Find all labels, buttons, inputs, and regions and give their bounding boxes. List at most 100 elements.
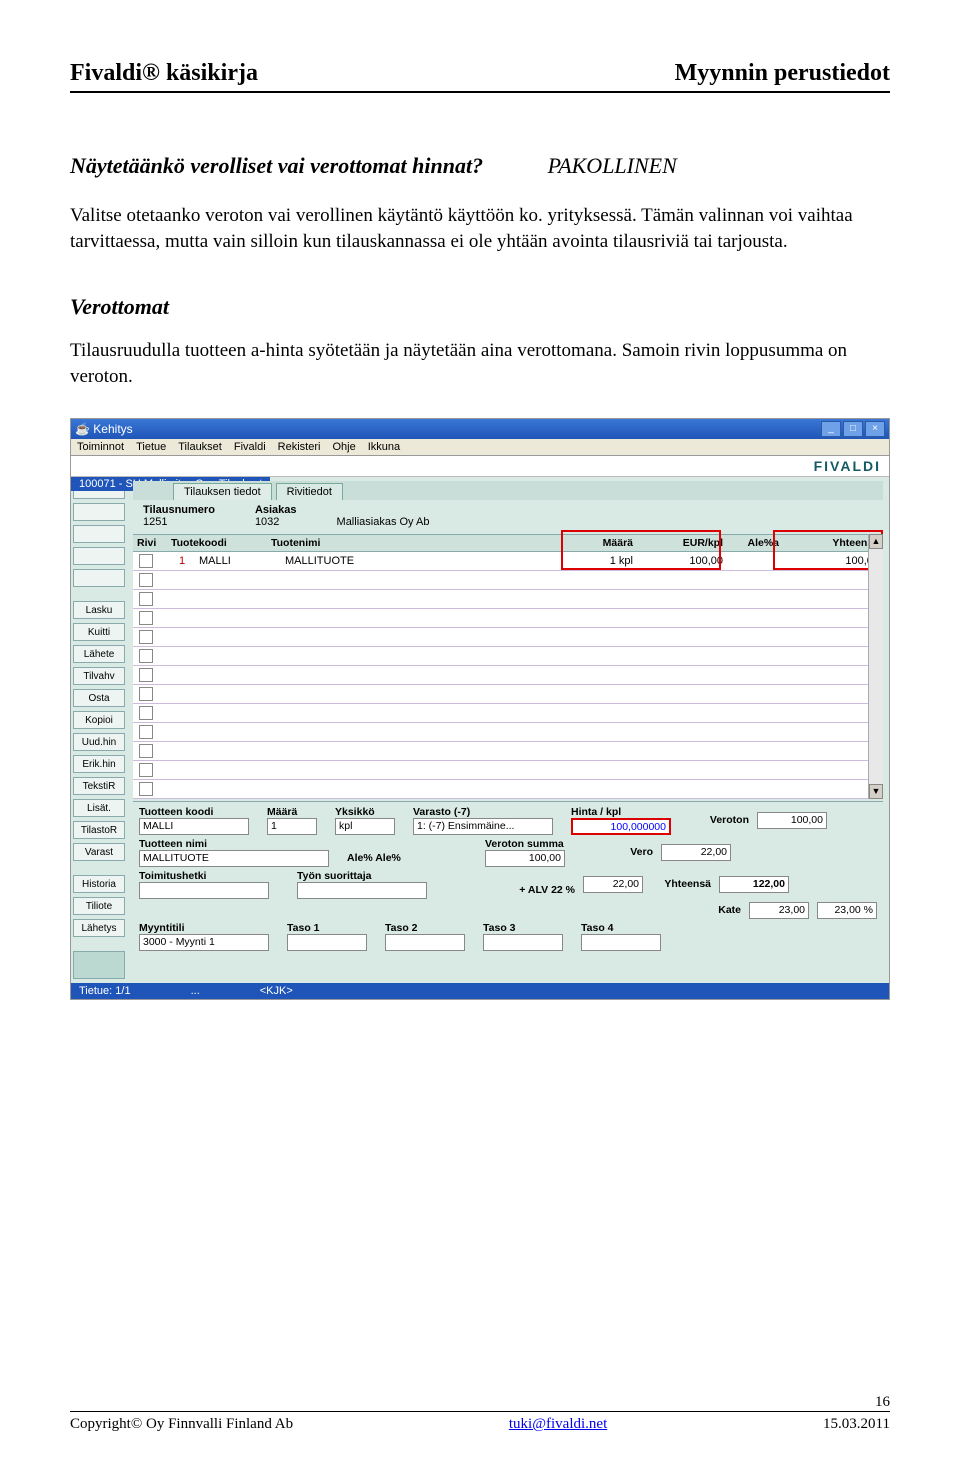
lbl-taso3: Taso 3 (483, 922, 573, 934)
grid-row-empty[interactable] (133, 647, 883, 666)
inp-myyntitili[interactable]: 3000 - Myynti 1 (139, 934, 269, 951)
inp-tuotteen-nimi[interactable]: MALLITUOTE (139, 850, 329, 867)
grid-row-empty[interactable] (133, 742, 883, 761)
side-lisat[interactable]: Lisät. (73, 799, 125, 817)
inp-taso4[interactable] (581, 934, 661, 951)
section-subheading: Verottomat (70, 294, 890, 320)
row-checkbox[interactable] (139, 573, 153, 587)
tab-rivitiedot[interactable]: Rivitiedot (276, 483, 343, 500)
row-checkbox[interactable] (139, 687, 153, 701)
brand-logo: FIVALDI (814, 458, 881, 474)
tool-icon-4[interactable] (73, 547, 125, 565)
grid-row-empty[interactable] (133, 704, 883, 723)
inp-taso2[interactable] (385, 934, 465, 951)
lbl-maara: Määrä (267, 806, 327, 818)
menu-toiminnot[interactable]: Toiminnot (77, 441, 124, 453)
col-ale: Ale%a (727, 535, 783, 551)
grid-row-empty[interactable] (133, 590, 883, 609)
side-erikhin[interactable]: Erik.hin (73, 755, 125, 773)
lbl-kate: Kate (691, 904, 741, 916)
side-uudhin[interactable]: Uud.hin (73, 733, 125, 751)
value-tilausnumero: 1251 (143, 516, 215, 528)
detail-panel: Tuotteen koodiMALLI Määrä1 Yksikkökpl Va… (133, 801, 883, 958)
row-checkbox[interactable] (139, 782, 153, 796)
label-asiakas: Asiakas (255, 504, 297, 516)
inp-varasto[interactable]: 1: (-7) Ensimmäine... (413, 818, 553, 835)
tool-icon-2[interactable] (73, 503, 125, 521)
grid-row-empty[interactable] (133, 780, 883, 799)
section-question: Näytetäänkö verolliset vai verottomat hi… (70, 153, 483, 178)
row-checkbox[interactable] (139, 630, 153, 644)
row-checkbox[interactable] (139, 611, 153, 625)
col-rivi: Rivi (133, 535, 167, 551)
side-tiliote[interactable]: Tiliote (73, 897, 125, 915)
inp-yksikko[interactable]: kpl (335, 818, 395, 835)
row-checkbox[interactable] (139, 668, 153, 682)
menu-ohje[interactable]: Ohje (332, 441, 355, 453)
tab-tilauksen-tiedot[interactable]: Tilauksen tiedot (173, 483, 272, 500)
window-title: Kehitys (93, 422, 132, 436)
menu-rekisteri[interactable]: Rekisteri (278, 441, 321, 453)
row-checkbox[interactable] (139, 725, 153, 739)
inp-taso1[interactable] (287, 934, 367, 951)
grid-row-empty[interactable] (133, 666, 883, 685)
inp-taso3[interactable] (483, 934, 563, 951)
menu-fivaldi[interactable]: Fivaldi (234, 441, 266, 453)
menu-tilaukset[interactable]: Tilaukset (178, 441, 222, 453)
grid-row-empty[interactable] (133, 571, 883, 590)
row-checkbox[interactable] (139, 554, 153, 568)
menu-tietue[interactable]: Tietue (136, 441, 166, 453)
cell-maara: 1 kpl (559, 553, 637, 569)
minimize-button[interactable]: _ (821, 421, 841, 437)
lbl-tyon-suorittaja: Työn suorittaja (297, 870, 447, 882)
side-tekstir[interactable]: TekstiR (73, 777, 125, 795)
row-checkbox[interactable] (139, 744, 153, 758)
side-lahete[interactable]: Lähete (73, 645, 125, 663)
tool-icon-5[interactable] (73, 569, 125, 587)
row-checkbox[interactable] (139, 592, 153, 606)
grid-scrollbar[interactable]: ▲▼ (868, 534, 883, 799)
inp-maara[interactable]: 1 (267, 818, 317, 835)
inp-toimitushetki[interactable] (139, 882, 269, 899)
lbl-taso1: Taso 1 (287, 922, 377, 934)
window-titlebar: ☕ Kehitys _ □ × (71, 419, 889, 439)
side-kopioi[interactable]: Kopioi (73, 711, 125, 729)
row-checkbox[interactable] (139, 763, 153, 777)
val-veroton-summa: 100,00 (485, 850, 565, 867)
side-tilastor[interactable]: TilastoR (73, 821, 125, 839)
grid-row-empty[interactable] (133, 628, 883, 647)
row-checkbox[interactable] (139, 706, 153, 720)
inp-tyon-suorittaja[interactable] (297, 882, 427, 899)
row-checkbox[interactable] (139, 649, 153, 663)
side-lahetys[interactable]: Lähetys (73, 919, 125, 937)
grid-row-empty[interactable] (133, 609, 883, 628)
inp-hinta-kpl[interactable]: 100,000000 (571, 818, 671, 835)
tool-icon-3[interactable] (73, 525, 125, 543)
footer-email-link[interactable]: tuki@fivaldi.net (509, 1416, 607, 1433)
grid-row-empty[interactable] (133, 723, 883, 742)
status-bar: Tietue: 1/1 ... <KJK> (71, 983, 889, 999)
side-historia[interactable]: Historia (73, 875, 125, 893)
close-button[interactable]: × (865, 421, 885, 437)
side-osta[interactable]: Osta (73, 689, 125, 707)
side-varast[interactable]: Varast (73, 843, 125, 861)
grid-row-empty[interactable] (133, 685, 883, 704)
inp-tuotteen-koodi[interactable]: MALLI (139, 818, 249, 835)
grid-row-1[interactable]: 1 MALLI MALLITUOTE 1 kpl 100,00 100,00 (133, 552, 883, 571)
side-lasku[interactable]: Lasku (73, 601, 125, 619)
maximize-button[interactable]: □ (843, 421, 863, 437)
status-mid: ... (191, 985, 200, 997)
lbl-yhteensa: Yhteensä (651, 878, 711, 890)
lbl-hinta-kpl: Hinta / kpl (571, 806, 681, 818)
app-screenshot: ☕ Kehitys _ □ × Toiminnot Tietue Tilauks… (70, 418, 890, 1000)
grid-row-empty[interactable] (133, 761, 883, 780)
lbl-tuotteen-koodi: Tuotteen koodi (139, 806, 259, 818)
lbl-vero: Vero (603, 846, 653, 858)
menu-ikkuna[interactable]: Ikkuna (368, 441, 400, 453)
lbl-ale: Ale% Ale% (347, 840, 477, 864)
val-alv: 22,00 (583, 876, 643, 893)
value-asiakas-nimi: Malliasiakas Oy Ab (337, 504, 430, 528)
side-kuitti[interactable]: Kuitti (73, 623, 125, 641)
grid-header: Rivi Tuotekoodi Tuotenimi Määrä EUR/kpl … (133, 534, 883, 552)
side-tilvahv[interactable]: Tilvahv (73, 667, 125, 685)
